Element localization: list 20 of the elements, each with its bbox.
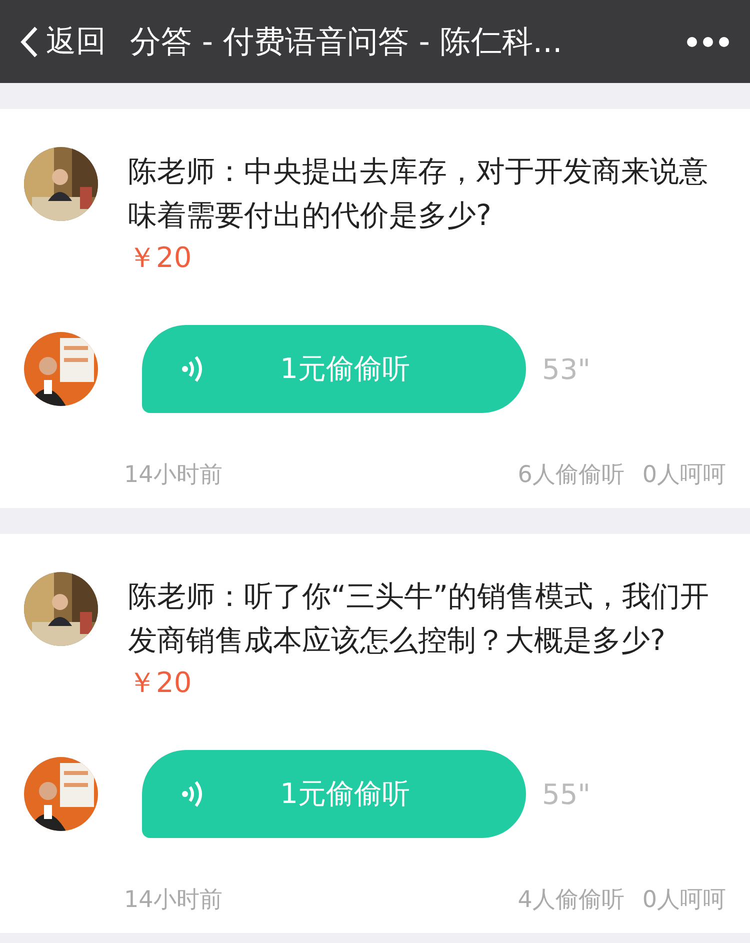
- sound-icon: [182, 356, 204, 382]
- listen-count: 4人偷偷听: [518, 886, 624, 915]
- question-text: 陈老师：听了你“三头牛”的销售模式，我们开发商销售成本应该怎么控制？大概是多少?: [128, 578, 710, 659]
- duration: 55": [542, 778, 591, 810]
- price: ￥20: [128, 665, 193, 701]
- back-icon: [20, 26, 38, 58]
- page-title: 分答 - 付费语音问答 - 陈仁科...: [130, 22, 564, 62]
- price: ￥20: [128, 240, 193, 276]
- back-button[interactable]: 返回: [20, 21, 106, 62]
- voice-answer-button[interactable]: 1元偷偷听: [142, 750, 526, 838]
- duration: 53": [542, 352, 591, 386]
- post-time: 14小时前: [124, 886, 224, 915]
- voice-answer-button[interactable]: 1元偷偷听: [142, 325, 526, 413]
- more-icon[interactable]: [686, 36, 730, 48]
- question-text: 陈老师：中央提出去库存，对于开发商来说意味着需要付出的代价是多少?: [128, 153, 709, 234]
- sound-icon: [182, 781, 204, 807]
- post-time: 14小时前: [124, 461, 224, 490]
- like-count: 0人呵呵: [642, 886, 726, 915]
- listen-count: 6人偷偷听: [518, 461, 624, 490]
- like-count: 0人呵呵: [642, 461, 726, 490]
